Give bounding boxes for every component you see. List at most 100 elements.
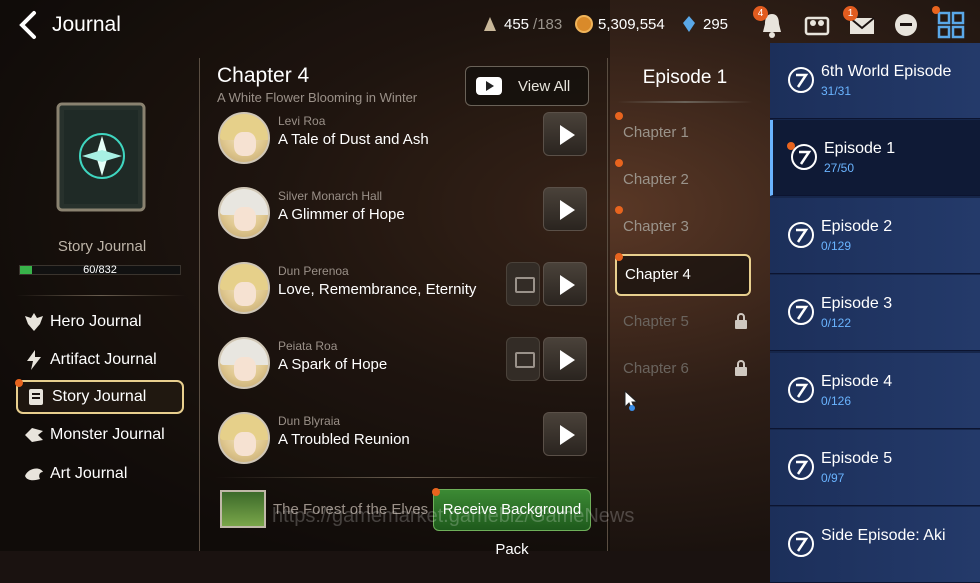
chapter-notify-dot — [615, 112, 623, 120]
story-row[interactable]: Dun Blyraia A Troubled Reunion — [210, 400, 600, 470]
character-name: Peiata Roa — [278, 339, 338, 353]
story-row[interactable]: Levi Roa A Tale of Dust and Ash — [210, 112, 600, 175]
divider — [16, 295, 186, 296]
gold-coin-icon — [575, 15, 593, 33]
nav-art-journal[interactable]: Art Journal — [16, 457, 184, 491]
play-button[interactable] — [543, 112, 587, 156]
episode-name: Episode 5 — [821, 450, 893, 467]
story-title: A Tale of Dust and Ash — [278, 131, 429, 148]
character-avatar — [218, 262, 270, 314]
chapter-item[interactable]: Chapter 3 — [615, 206, 751, 248]
episode-name: Episode 4 — [821, 372, 893, 390]
story-icon — [29, 389, 43, 405]
page-title: Journal — [52, 13, 121, 36]
mail-badge: 1 — [843, 6, 858, 21]
episode-icon — [788, 299, 814, 326]
stamina-value: 455 — [504, 15, 530, 33]
monster-icon — [25, 428, 43, 442]
crystal-counter[interactable]: 295 — [679, 14, 728, 34]
receive-notify-dot — [432, 488, 440, 496]
chapter-notify-dot — [615, 253, 623, 261]
menu-button[interactable] — [932, 6, 966, 40]
chapter-notify-dot — [615, 159, 623, 167]
character-name: Levi Roa — [278, 114, 326, 128]
chapter-item-locked[interactable]: Chapter 5 — [615, 301, 751, 343]
chapter-title: Chapter 4 — [217, 64, 310, 87]
bell-badge: 4 — [753, 6, 768, 21]
view-all-label: View All — [518, 77, 571, 95]
gold-counter[interactable]: 5,309,554 — [574, 14, 665, 34]
character-name: Dun Perenoa — [278, 264, 349, 278]
episode-item[interactable]: Episode 3 0/122 — [770, 275, 980, 352]
story-list[interactable]: Levi Roa A Tale of Dust and Ash Silver M… — [210, 112, 600, 470]
mail-button[interactable]: 1 — [843, 6, 877, 40]
play-button[interactable] — [543, 337, 587, 381]
grid-menu-icon — [937, 11, 965, 39]
story-row[interactable]: Silver Monarch Hall A Glimmer of Hope — [210, 175, 600, 250]
chapter-item-active[interactable]: Chapter 4 — [615, 254, 751, 296]
nav-story-journal[interactable]: Story Journal — [15, 379, 184, 414]
panel-divider — [607, 58, 608, 551]
episode-name: Episode 2 — [821, 217, 893, 235]
character-avatar — [218, 112, 270, 164]
character-name: Dun Blyraia — [278, 414, 341, 428]
play-button[interactable] — [543, 187, 587, 231]
cursor-icon — [624, 389, 639, 411]
story-title: A Glimmer of Hope — [278, 206, 405, 223]
episode-count: 31/31 — [821, 84, 852, 98]
divider — [617, 101, 753, 103]
character-avatar — [218, 337, 270, 389]
story-row[interactable]: Dun Perenoa Love, Remembrance, Eternity — [210, 250, 600, 325]
chapter-item[interactable]: Chapter 1 — [615, 112, 751, 154]
episode-name: Episode 1 — [824, 140, 896, 158]
nav-label: Art Journal — [50, 465, 128, 482]
nav-label: Monster Journal — [50, 426, 165, 443]
episode-icon — [788, 376, 814, 403]
story-row[interactable]: Peiata Roa A Spark of Hope — [210, 325, 600, 400]
nav-hero-journal[interactable]: Hero Journal — [16, 305, 184, 339]
chapter-item-locked[interactable]: Chapter 6 — [615, 348, 751, 390]
episode-item[interactable]: Episode 5 0/97 — [770, 430, 980, 506]
hero-icon — [25, 313, 43, 331]
menu-notify-dot — [932, 6, 940, 14]
character-name: Silver Monarch Hall — [278, 189, 383, 203]
image-gallery-icon[interactable] — [506, 262, 540, 306]
episode-item[interactable]: Side Episode: Aki — [770, 507, 980, 583]
episode-item[interactable]: 6th World Episode 31/31 — [770, 43, 980, 119]
chapter-label: Chapter 6 — [623, 360, 689, 377]
nav-label: Artifact Journal — [50, 351, 157, 368]
lock-icon — [735, 313, 747, 329]
stamina-max: /183 — [533, 15, 563, 33]
youtube-icon — [476, 77, 502, 95]
panel-divider — [199, 58, 200, 551]
divider — [215, 477, 600, 478]
episode-name: 6th World Episode — [821, 63, 952, 80]
episode-count: 0/129 — [821, 238, 852, 253]
play-button[interactable] — [543, 412, 587, 456]
view-all-button[interactable]: View All — [465, 66, 589, 106]
nav-label: Hero Journal — [50, 313, 142, 330]
background-thumbnail — [220, 490, 266, 528]
stamina-counter[interactable]: 455/183 — [480, 14, 562, 34]
episode-icon — [788, 67, 814, 93]
chapter-item[interactable]: Chapter 2 — [615, 159, 751, 201]
back-arrow-icon[interactable] — [14, 10, 44, 40]
watermark: https://gamemarket.gamebiz/GameNews — [272, 505, 635, 527]
episode-item[interactable]: Episode 4 0/126 — [770, 352, 980, 429]
nav-artifact-journal[interactable]: Artifact Journal — [16, 343, 184, 377]
nav-label: Story Journal — [52, 388, 147, 405]
chat-icon[interactable] — [891, 10, 921, 40]
notification-button[interactable]: 4 — [753, 6, 787, 40]
episode-item[interactable]: Episode 2 0/129 — [770, 197, 980, 274]
story-title: A Troubled Reunion — [278, 431, 410, 448]
nav-monster-journal[interactable]: Monster Journal — [16, 418, 184, 452]
image-gallery-icon[interactable] — [506, 337, 540, 381]
episode-title: Episode 1 — [642, 67, 728, 88]
episode-item-active[interactable]: Episode 1 27/50 — [770, 120, 980, 197]
character-avatar — [218, 187, 270, 239]
chapter-subtitle: A White Flower Blooming in Winter — [217, 90, 418, 105]
team-icon[interactable] — [802, 10, 832, 40]
story-title: A Spark of Hope — [278, 356, 388, 373]
episode-icon — [788, 531, 814, 558]
play-button[interactable] — [543, 262, 587, 306]
